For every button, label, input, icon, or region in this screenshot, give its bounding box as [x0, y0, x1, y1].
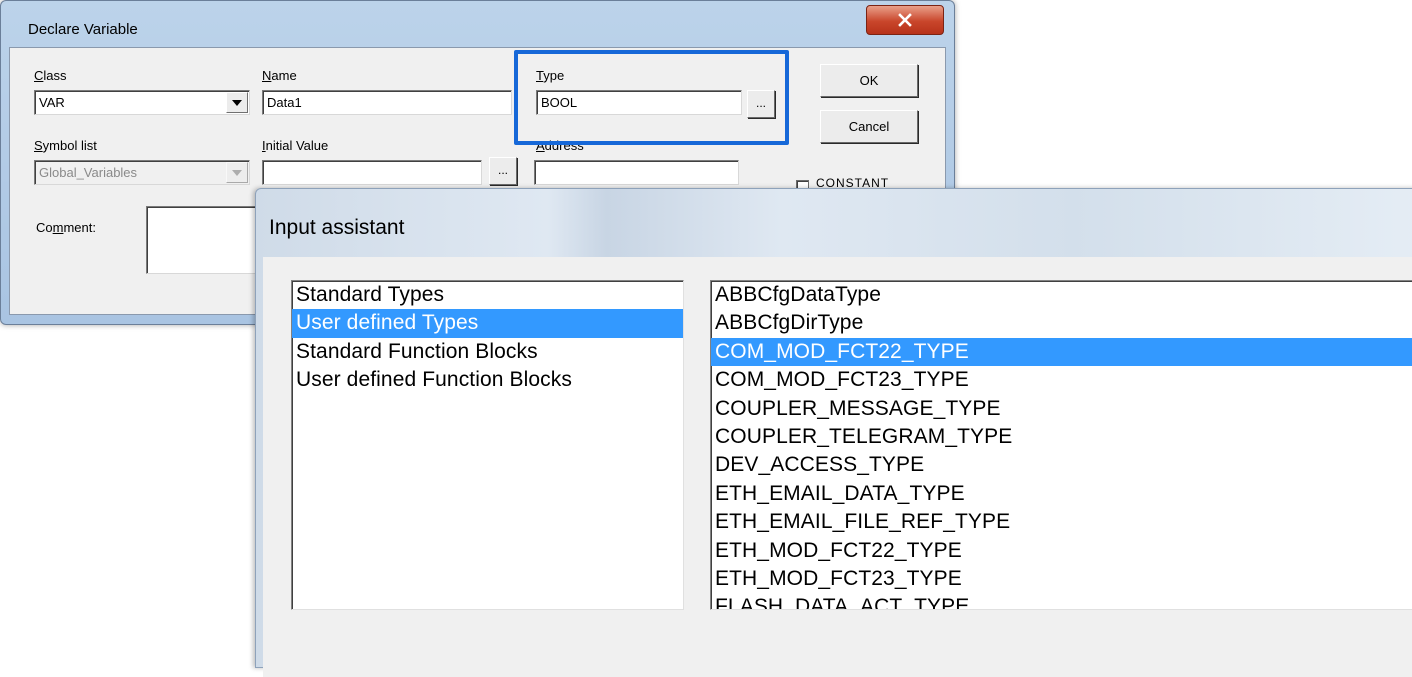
close-icon [898, 13, 912, 27]
type-item-selected[interactable]: COM_MOD_FCT22_TYPE [711, 337, 1412, 367]
input-assistant-title: Input assistant [269, 216, 405, 239]
cancel-button[interactable]: Cancel [820, 110, 918, 143]
symbol-list-label: Symbol list [34, 138, 97, 153]
type-item[interactable]: ETH_EMAIL_DATA_TYPE [711, 480, 1412, 508]
chevron-down-icon [232, 169, 242, 176]
input-assistant-window: Input assistant Standard Types User defi… [255, 188, 1412, 677]
class-select[interactable]: VAR [34, 90, 250, 115]
address-input[interactable] [534, 160, 739, 185]
category-list[interactable]: Standard Types User defined Types Standa… [291, 280, 684, 610]
type-list[interactable]: ABBCfgDataType ABBCfgDirType COM_MOD_FCT… [710, 280, 1412, 610]
ok-button[interactable]: OK [820, 64, 918, 97]
type-item[interactable]: ETH_EMAIL_FILE_REF_TYPE [711, 508, 1412, 536]
type-field-highlight [514, 50, 789, 145]
type-item[interactable]: ETH_MOD_FCT22_TYPE [711, 537, 1412, 565]
class-label: Class [34, 68, 67, 83]
chevron-down-icon [232, 99, 242, 106]
category-item-standard-types[interactable]: Standard Types [292, 281, 683, 309]
dialog-title: Declare Variable [28, 21, 138, 38]
type-item[interactable]: FLASH_DATA_ACT_TYPE [711, 593, 1412, 609]
class-value: VAR [39, 95, 65, 110]
type-item[interactable]: COM_MOD_FCT23_TYPE [711, 366, 1412, 394]
type-item[interactable]: ABBCfgDirType [711, 309, 1412, 337]
type-item[interactable]: DEV_ACCESS_TYPE [711, 451, 1412, 479]
name-label: Name [262, 68, 297, 83]
initial-value-label: Initial Value [262, 138, 329, 153]
type-item[interactable]: ETH_MOD_FCT23_TYPE [711, 565, 1412, 593]
input-assistant-body: Standard Types User defined Types Standa… [263, 257, 1412, 677]
close-button[interactable] [866, 5, 944, 35]
category-item-user-defined-types[interactable]: User defined Types [292, 309, 683, 338]
class-dropdown-button[interactable] [226, 92, 248, 113]
initial-value-browse-button[interactable]: ... [489, 157, 517, 185]
category-item-user-defined-function-blocks[interactable]: User defined Function Blocks [292, 366, 683, 394]
symbol-list-select[interactable]: Global_Variables [34, 160, 250, 185]
type-item[interactable]: COUPLER_TELEGRAM_TYPE [711, 423, 1412, 451]
type-item[interactable]: COUPLER_MESSAGE_TYPE [711, 395, 1412, 423]
symbol-list-value: Global_Variables [39, 165, 138, 180]
name-input[interactable]: Data1 [262, 90, 512, 115]
type-item[interactable]: ABBCfgDataType [711, 281, 1412, 309]
comment-label: Comment: [36, 220, 96, 235]
initial-value-input[interactable] [262, 160, 482, 185]
category-item-standard-function-blocks[interactable]: Standard Function Blocks [292, 338, 683, 366]
symbol-list-dropdown-button[interactable] [226, 162, 248, 183]
